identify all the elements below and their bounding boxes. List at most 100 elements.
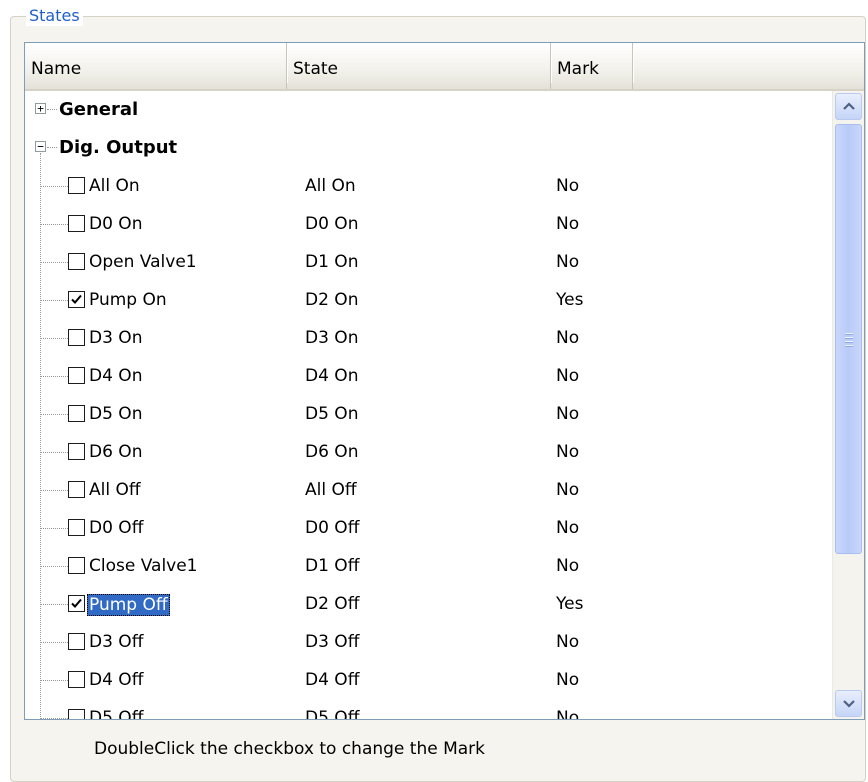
tree-connector (41, 680, 68, 681)
item-state: All On (305, 176, 356, 196)
expand-icon[interactable]: + (35, 103, 46, 114)
item-state: D1 On (305, 252, 359, 272)
tree-item[interactable]: D5 On D5 On No (25, 395, 833, 433)
item-state: D0 On (305, 214, 359, 234)
item-name[interactable]: All On (87, 167, 142, 205)
item-mark: No (556, 252, 580, 272)
footer-hint: DoubleClick the checkbox to change the M… (94, 739, 486, 759)
item-name[interactable]: Open Valve1 (87, 243, 199, 281)
tree-item[interactable]: Open Valve1 D1 On No (25, 243, 833, 281)
item-mark: No (556, 442, 580, 462)
tree-connector (47, 147, 57, 148)
item-mark: No (556, 176, 580, 196)
tree-connector (41, 338, 68, 339)
tree-item[interactable]: D0 Off D0 Off No (25, 509, 833, 547)
item-state: D2 Off (305, 594, 360, 614)
item-state: D3 Off (305, 632, 360, 652)
tree-connector (41, 718, 68, 719)
item-mark: No (556, 328, 580, 348)
column-header-mark[interactable]: Mark (551, 43, 634, 89)
tree-item[interactable]: D0 On D0 On No (25, 205, 833, 243)
item-name[interactable]: Pump Off (87, 594, 170, 616)
item-name[interactable]: D0 Off (87, 509, 145, 547)
scrollbar-thumb[interactable] (835, 124, 862, 554)
tree-connector (41, 262, 68, 263)
checkbox[interactable] (68, 671, 85, 688)
checkbox[interactable] (68, 557, 85, 574)
chevron-up-icon[interactable] (835, 93, 862, 120)
column-header-filler (633, 43, 864, 89)
item-mark: No (556, 632, 580, 652)
tree-connector (41, 414, 68, 415)
tree-item[interactable]: Close Valve1 D1 Off No (25, 547, 833, 585)
item-state: D5 On (305, 404, 359, 424)
vertical-scrollbar[interactable] (832, 91, 864, 719)
tree-item[interactable]: Pump Off D2 Off Yes (25, 585, 833, 623)
column-header-state[interactable]: State (287, 43, 552, 89)
tree-item[interactable]: D4 On D4 On No (25, 357, 833, 395)
tree-group-general[interactable]: + General (25, 91, 833, 129)
tree-connector (41, 642, 68, 643)
tree-item[interactable]: D3 Off D3 Off No (25, 623, 833, 661)
tree-connector (41, 604, 68, 605)
checkbox-checked[interactable] (68, 595, 85, 612)
group-label: General (59, 99, 139, 120)
grip-icon (845, 333, 853, 349)
item-name[interactable]: Close Valve1 (87, 547, 200, 585)
item-mark: No (556, 480, 580, 500)
item-state: D0 Off (305, 518, 360, 538)
item-name[interactable]: D3 Off (87, 623, 145, 661)
item-mark: No (556, 366, 580, 386)
item-mark: No (556, 708, 580, 720)
tree-connector (41, 528, 68, 529)
checkbox[interactable] (68, 633, 85, 650)
item-name[interactable]: D3 On (87, 319, 144, 357)
states-tree-list[interactable]: Name State Mark + General − Dig. Output … (24, 42, 865, 720)
item-name[interactable]: D5 Off (87, 699, 145, 719)
tree-item[interactable]: All Off All Off No (25, 471, 833, 509)
item-state: D5 Off (305, 708, 360, 720)
checkbox[interactable] (68, 329, 85, 346)
tree-item[interactable]: D5 Off D5 Off No (25, 699, 833, 720)
item-name[interactable]: D6 On (87, 433, 144, 471)
checkbox[interactable] (68, 253, 85, 270)
tree-item[interactable]: Pump On D2 On Yes (25, 281, 833, 319)
tree-item[interactable]: D4 Off D4 Off No (25, 661, 833, 699)
tree-connector (41, 490, 68, 491)
checkbox[interactable] (68, 443, 85, 460)
tree-item[interactable]: D3 On D3 On No (25, 319, 833, 357)
item-state: D1 Off (305, 556, 360, 576)
checkbox[interactable] (68, 215, 85, 232)
checkbox[interactable] (68, 367, 85, 384)
tree-connector (47, 109, 57, 110)
tree-connector (41, 186, 68, 187)
collapse-icon[interactable]: − (35, 141, 46, 152)
checkbox[interactable] (68, 481, 85, 498)
item-state: D4 Off (305, 670, 360, 690)
item-mark: No (556, 404, 580, 424)
chevron-down-icon[interactable] (835, 690, 862, 717)
checkbox[interactable] (68, 519, 85, 536)
tree-group-dig-output[interactable]: − Dig. Output (25, 129, 833, 167)
checkbox[interactable] (68, 405, 85, 422)
group-label: Dig. Output (59, 137, 178, 158)
item-mark: Yes (556, 290, 584, 310)
item-name[interactable]: D4 Off (87, 661, 145, 699)
item-mark: No (556, 670, 580, 690)
item-state: All Off (305, 480, 357, 500)
tree-item[interactable]: All On All On No (25, 167, 833, 205)
item-name[interactable]: All Off (87, 471, 143, 509)
column-header-name[interactable]: Name (25, 43, 288, 89)
tree-item[interactable]: D6 On D6 On No (25, 433, 833, 471)
checkbox-checked[interactable] (68, 291, 85, 308)
tree-connector (41, 300, 68, 301)
item-name[interactable]: D4 On (87, 357, 144, 395)
checkbox[interactable] (68, 709, 85, 719)
tree-connector (41, 224, 68, 225)
checkbox[interactable] (68, 177, 85, 194)
item-name[interactable]: D5 On (87, 395, 144, 433)
item-name[interactable]: Pump On (87, 281, 169, 319)
tree-connector (41, 452, 68, 453)
item-state: D6 On (305, 442, 359, 462)
item-name[interactable]: D0 On (87, 205, 144, 243)
